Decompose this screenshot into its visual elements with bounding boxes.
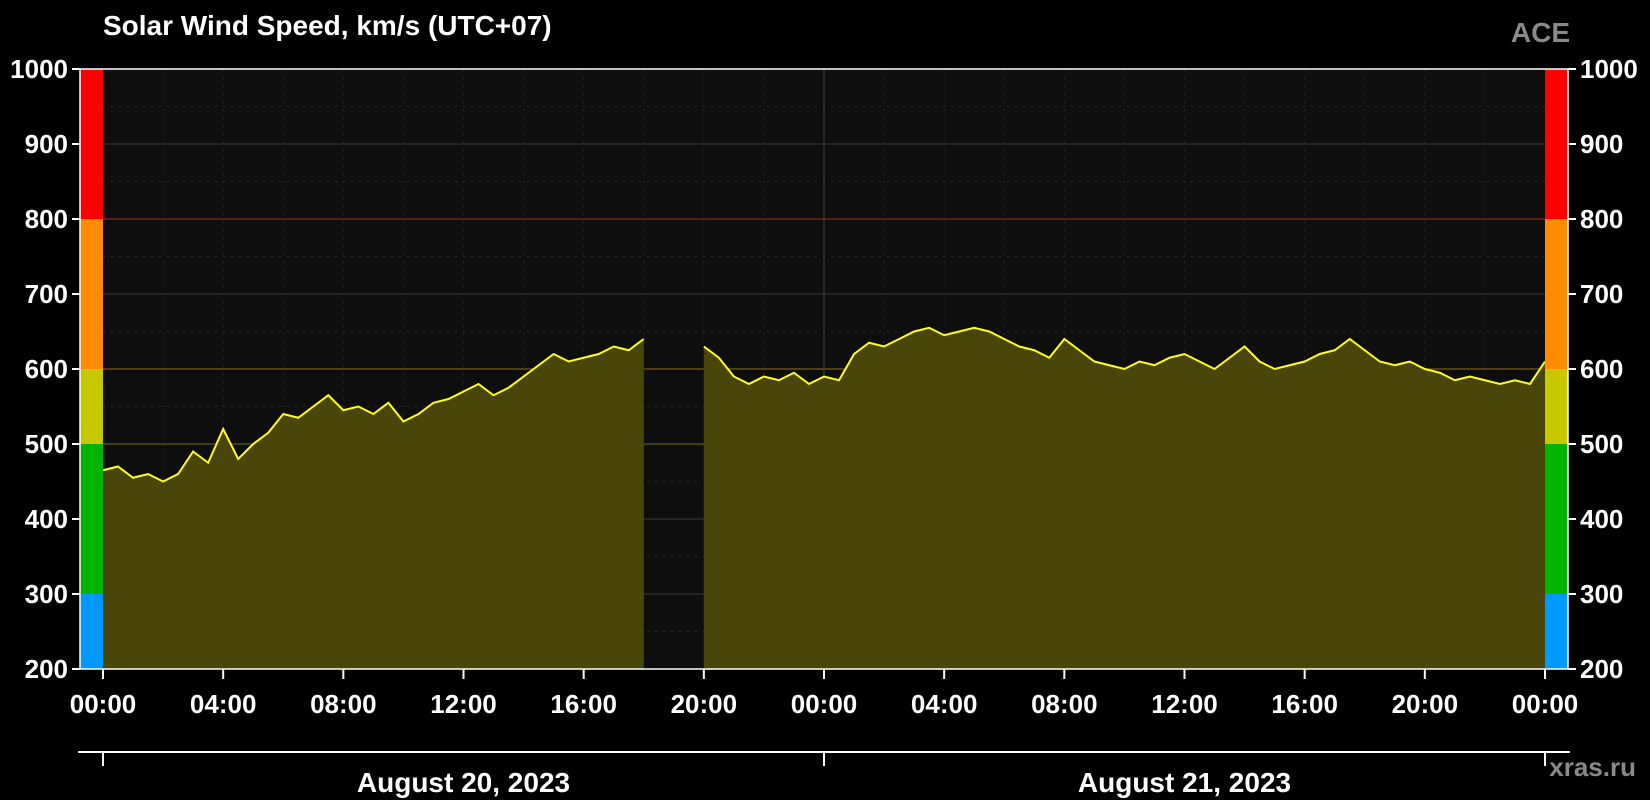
y-tick-label-left: 700 — [25, 279, 68, 309]
scale-band-right — [1545, 594, 1568, 669]
x-tick-label: 16:00 — [1271, 689, 1338, 719]
y-tick-label-left: 900 — [25, 129, 68, 159]
y-tick-label-right: 400 — [1580, 504, 1623, 534]
date-label: August 20, 2023 — [357, 767, 570, 798]
x-tick-label: 00:00 — [70, 689, 137, 719]
y-tick-label-left: 200 — [25, 654, 68, 684]
date-label: August 21, 2023 — [1078, 767, 1291, 798]
y-tick-label-right: 700 — [1580, 279, 1623, 309]
scale-band-left — [80, 594, 103, 669]
x-tick-label: 12:00 — [430, 689, 497, 719]
y-tick-label-left: 400 — [25, 504, 68, 534]
y-tick-label-left: 500 — [25, 429, 68, 459]
y-tick-label-left: 800 — [25, 204, 68, 234]
y-tick-label-right: 200 — [1580, 654, 1623, 684]
x-tick-label: 08:00 — [310, 689, 377, 719]
y-tick-label-right: 1000 — [1580, 54, 1638, 84]
y-tick-label-right: 600 — [1580, 354, 1623, 384]
x-tick-label: 04:00 — [190, 689, 257, 719]
scale-band-right — [1545, 369, 1568, 444]
x-tick-label: 04:00 — [911, 689, 978, 719]
y-tick-label-right: 500 — [1580, 429, 1623, 459]
y-tick-label-right: 300 — [1580, 579, 1623, 609]
y-tick-label-left: 300 — [25, 579, 68, 609]
scale-band-left — [80, 369, 103, 444]
scale-band-right — [1545, 444, 1568, 594]
scale-band-left — [80, 444, 103, 594]
x-tick-label: 16:00 — [550, 689, 617, 719]
y-tick-label-left: 600 — [25, 354, 68, 384]
y-tick-label-right: 800 — [1580, 204, 1623, 234]
x-tick-label: 20:00 — [671, 689, 738, 719]
x-tick-label: 12:00 — [1151, 689, 1218, 719]
solar-wind-chart: 200 200 300 300 400 400 500 500 600 600 700 700 800 8… — [10, 54, 1638, 798]
y-tick-label-right: 900 — [1580, 129, 1623, 159]
scale-band-right — [1545, 219, 1568, 369]
x-tick-label: 20:00 — [1392, 689, 1459, 719]
scale-band-left — [80, 219, 103, 369]
scale-band-right — [1545, 69, 1568, 219]
x-tick-label: 00:00 — [1512, 689, 1579, 719]
scale-band-left — [80, 69, 103, 219]
x-tick-label: 08:00 — [1031, 689, 1098, 719]
y-tick-label-left: 1000 — [10, 54, 68, 84]
x-tick-label: 00:00 — [791, 689, 858, 719]
